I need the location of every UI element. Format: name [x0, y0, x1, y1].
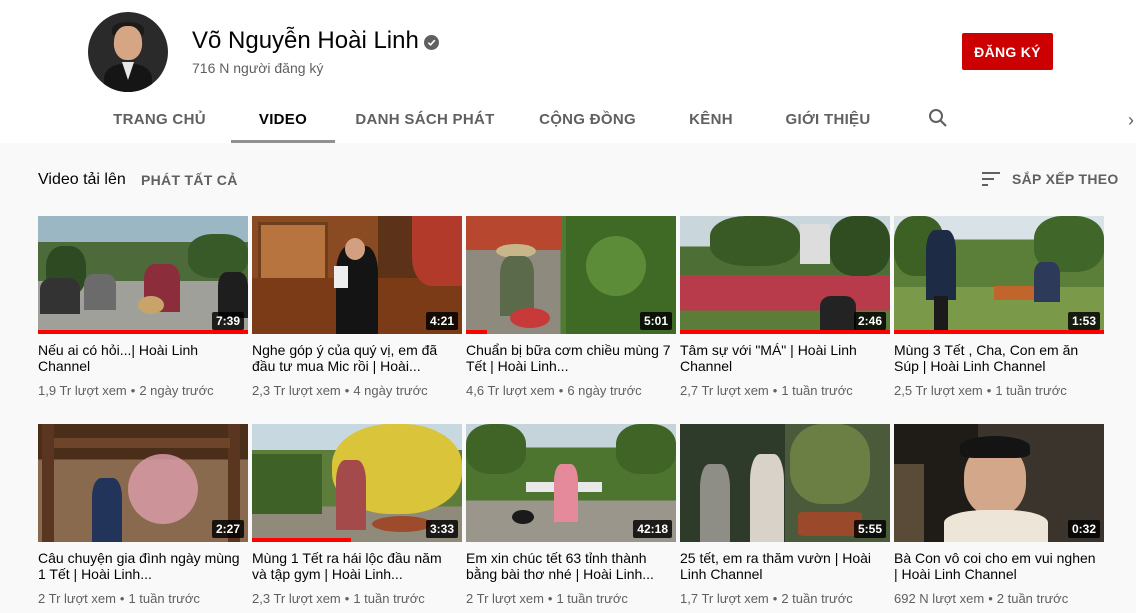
- video-duration: 5:01: [639, 312, 672, 330]
- tab-channels[interactable]: KÊNH: [660, 96, 762, 143]
- video-duration: 2:27: [211, 520, 244, 538]
- video-thumbnail[interactable]: 2:46: [680, 216, 890, 334]
- video-duration: 5:55: [853, 520, 886, 538]
- upload-age: 1 tuần trước: [353, 591, 425, 606]
- video-title[interactable]: Câu chuyện gia đình ngày mùng 1 Tết | Ho…: [38, 550, 244, 582]
- video-thumbnail[interactable]: 5:01: [466, 216, 676, 334]
- upload-age: 4 ngày trước: [353, 383, 428, 398]
- channel-avatar[interactable]: [88, 12, 168, 92]
- video-thumbnail[interactable]: 2:27: [38, 424, 248, 542]
- video-title[interactable]: Bà Con vô coi cho em vui nghen | Hoài Li…: [894, 550, 1100, 582]
- channel-header: Võ Nguyễn Hoài Linh 716 N người đăng ký …: [0, 0, 1136, 143]
- video-meta: 2,5 Tr lượt xem • 1 tuần trước: [894, 383, 1067, 398]
- watch-progress: [894, 330, 1104, 334]
- section-title: Video tải lên: [38, 171, 126, 188]
- video-card[interactable]: 1:53 Mùng 3 Tết , Cha, Con em ăn Súp | H…: [894, 216, 1104, 398]
- video-card[interactable]: 5:01 Chuẩn bị bữa cơm chiều mùng 7 Tết |…: [466, 216, 676, 398]
- upload-age: 1 tuần trước: [556, 591, 628, 606]
- sort-icon[interactable]: [982, 170, 1002, 188]
- tab-videos[interactable]: VIDEO: [231, 96, 335, 143]
- watch-progress: [38, 330, 248, 334]
- upload-age: 1 tuần trước: [128, 591, 200, 606]
- view-count: 1,9 Tr lượt xem: [38, 383, 127, 398]
- video-card[interactable]: 3:33 Mùng 1 Tết ra hái lộc đầu năm và tậ…: [252, 424, 462, 606]
- subscriber-count: 716 N người đăng ký: [192, 60, 324, 76]
- video-title[interactable]: Mùng 3 Tết , Cha, Con em ăn Súp | Hoài L…: [894, 342, 1100, 374]
- video-thumbnail[interactable]: 5:55: [680, 424, 890, 542]
- subscribe-button[interactable]: ĐĂNG KÝ: [962, 33, 1053, 70]
- view-count: 1,7 Tr lượt xem: [680, 591, 769, 606]
- video-meta: 2,3 Tr lượt xem • 1 tuần trước: [252, 591, 425, 606]
- tab-home[interactable]: TRANG CHỦ: [88, 96, 231, 143]
- video-title[interactable]: Mùng 1 Tết ra hái lộc đầu năm và tập gym…: [252, 550, 458, 582]
- video-meta: 1,7 Tr lượt xem • 2 tuần trước: [680, 591, 853, 606]
- video-title[interactable]: Tâm sự với "MÁ" | Hoài Linh Channel: [680, 342, 886, 374]
- video-card[interactable]: 4:21 Nghe góp ý của quý vị, em đã đầu tư…: [252, 216, 462, 398]
- video-duration: 3:33: [425, 520, 458, 538]
- video-thumbnail[interactable]: 3:33: [252, 424, 462, 542]
- video-meta: 692 N lượt xem • 2 tuần trước: [894, 591, 1069, 606]
- sort-by-button[interactable]: SẮP XẾP THEO: [1012, 171, 1119, 187]
- video-duration: 0:32: [1067, 520, 1100, 538]
- video-title[interactable]: Nếu ai có hỏi...| Hoài Linh Channel: [38, 342, 244, 374]
- video-title[interactable]: Nghe góp ý của quý vị, em đã đầu tư mua …: [252, 342, 458, 374]
- video-thumbnail[interactable]: 4:21: [252, 216, 462, 334]
- channel-name: Võ Nguyễn Hoài Linh: [192, 27, 419, 54]
- video-meta: 2 Tr lượt xem • 1 tuần trước: [38, 591, 200, 606]
- video-meta: 2,3 Tr lượt xem • 4 ngày trước: [252, 383, 428, 398]
- view-count: 2,7 Tr lượt xem: [680, 383, 769, 398]
- video-duration: 7:39: [211, 312, 244, 330]
- upload-age: 2 tuần trước: [996, 591, 1069, 606]
- view-count: 2 Tr lượt xem: [466, 591, 544, 606]
- verified-check-icon: [424, 35, 439, 50]
- channel-tabs: TRANG CHỦ VIDEO DANH SÁCH PHÁT CỘNG ĐỒNG…: [88, 96, 1136, 143]
- upload-age: 2 tuần trước: [781, 591, 853, 606]
- video-thumbnail[interactable]: 0:32: [894, 424, 1104, 542]
- view-count: 4,6 Tr lượt xem: [466, 383, 555, 398]
- tab-playlists[interactable]: DANH SÁCH PHÁT: [335, 96, 515, 143]
- video-title[interactable]: Chuẩn bị bữa cơm chiều mùng 7 Tết | Hoài…: [466, 342, 672, 374]
- video-card[interactable]: 2:27 Câu chuyện gia đình ngày mùng 1 Tết…: [38, 424, 248, 606]
- upload-age: 6 ngày trước: [567, 383, 642, 398]
- video-meta: 2,7 Tr lượt xem • 1 tuần trước: [680, 383, 853, 398]
- video-card[interactable]: 42:18 Em xin chúc tết 63 tỉnh thành bằng…: [466, 424, 676, 606]
- view-count: 692 N lượt xem: [894, 591, 985, 606]
- video-meta: 1,9 Tr lượt xem • 2 ngày trước: [38, 383, 214, 398]
- tab-community[interactable]: CỘNG ĐỒNG: [515, 96, 660, 143]
- upload-age: 1 tuần trước: [995, 383, 1067, 398]
- watch-progress: [252, 538, 351, 542]
- video-card[interactable]: 7:39 Nếu ai có hỏi...| Hoài Linh Channel…: [38, 216, 248, 398]
- video-meta: 4,6 Tr lượt xem • 6 ngày trước: [466, 383, 642, 398]
- video-thumbnail[interactable]: 42:18: [466, 424, 676, 542]
- tab-about[interactable]: GIỚI THIỆU: [762, 96, 894, 143]
- watch-progress: [680, 330, 890, 334]
- upload-age: 1 tuần trước: [781, 383, 853, 398]
- upload-age: 2 ngày trước: [139, 383, 214, 398]
- view-count: 2,3 Tr lượt xem: [252, 591, 341, 606]
- scroll-right-icon[interactable]: ›: [1128, 110, 1134, 131]
- video-duration: 1:53: [1067, 312, 1100, 330]
- video-title[interactable]: 25 tết, em ra thăm vườn | Hoài Linh Chan…: [680, 550, 886, 582]
- video-card[interactable]: 2:46 Tâm sự với "MÁ" | Hoài Linh Channel…: [680, 216, 890, 398]
- view-count: 2,3 Tr lượt xem: [252, 383, 341, 398]
- view-count: 2 Tr lượt xem: [38, 591, 116, 606]
- video-duration: 42:18: [633, 520, 672, 538]
- video-duration: 2:46: [853, 312, 886, 330]
- play-all-button[interactable]: PHÁT TẤT CẢ: [141, 172, 238, 188]
- video-duration: 4:21: [425, 312, 458, 330]
- video-title[interactable]: Em xin chúc tết 63 tỉnh thành bằng bài t…: [466, 550, 672, 582]
- view-count: 2,5 Tr lượt xem: [894, 383, 983, 398]
- watch-progress: [466, 330, 487, 334]
- video-card[interactable]: 5:55 25 tết, em ra thăm vườn | Hoài Linh…: [680, 424, 890, 606]
- search-icon[interactable]: [928, 108, 948, 128]
- video-meta: 2 Tr lượt xem • 1 tuần trước: [466, 591, 628, 606]
- video-thumbnail[interactable]: 1:53: [894, 216, 1104, 334]
- video-thumbnail[interactable]: 7:39: [38, 216, 248, 334]
- video-card[interactable]: 0:32 Bà Con vô coi cho em vui nghen | Ho…: [894, 424, 1104, 606]
